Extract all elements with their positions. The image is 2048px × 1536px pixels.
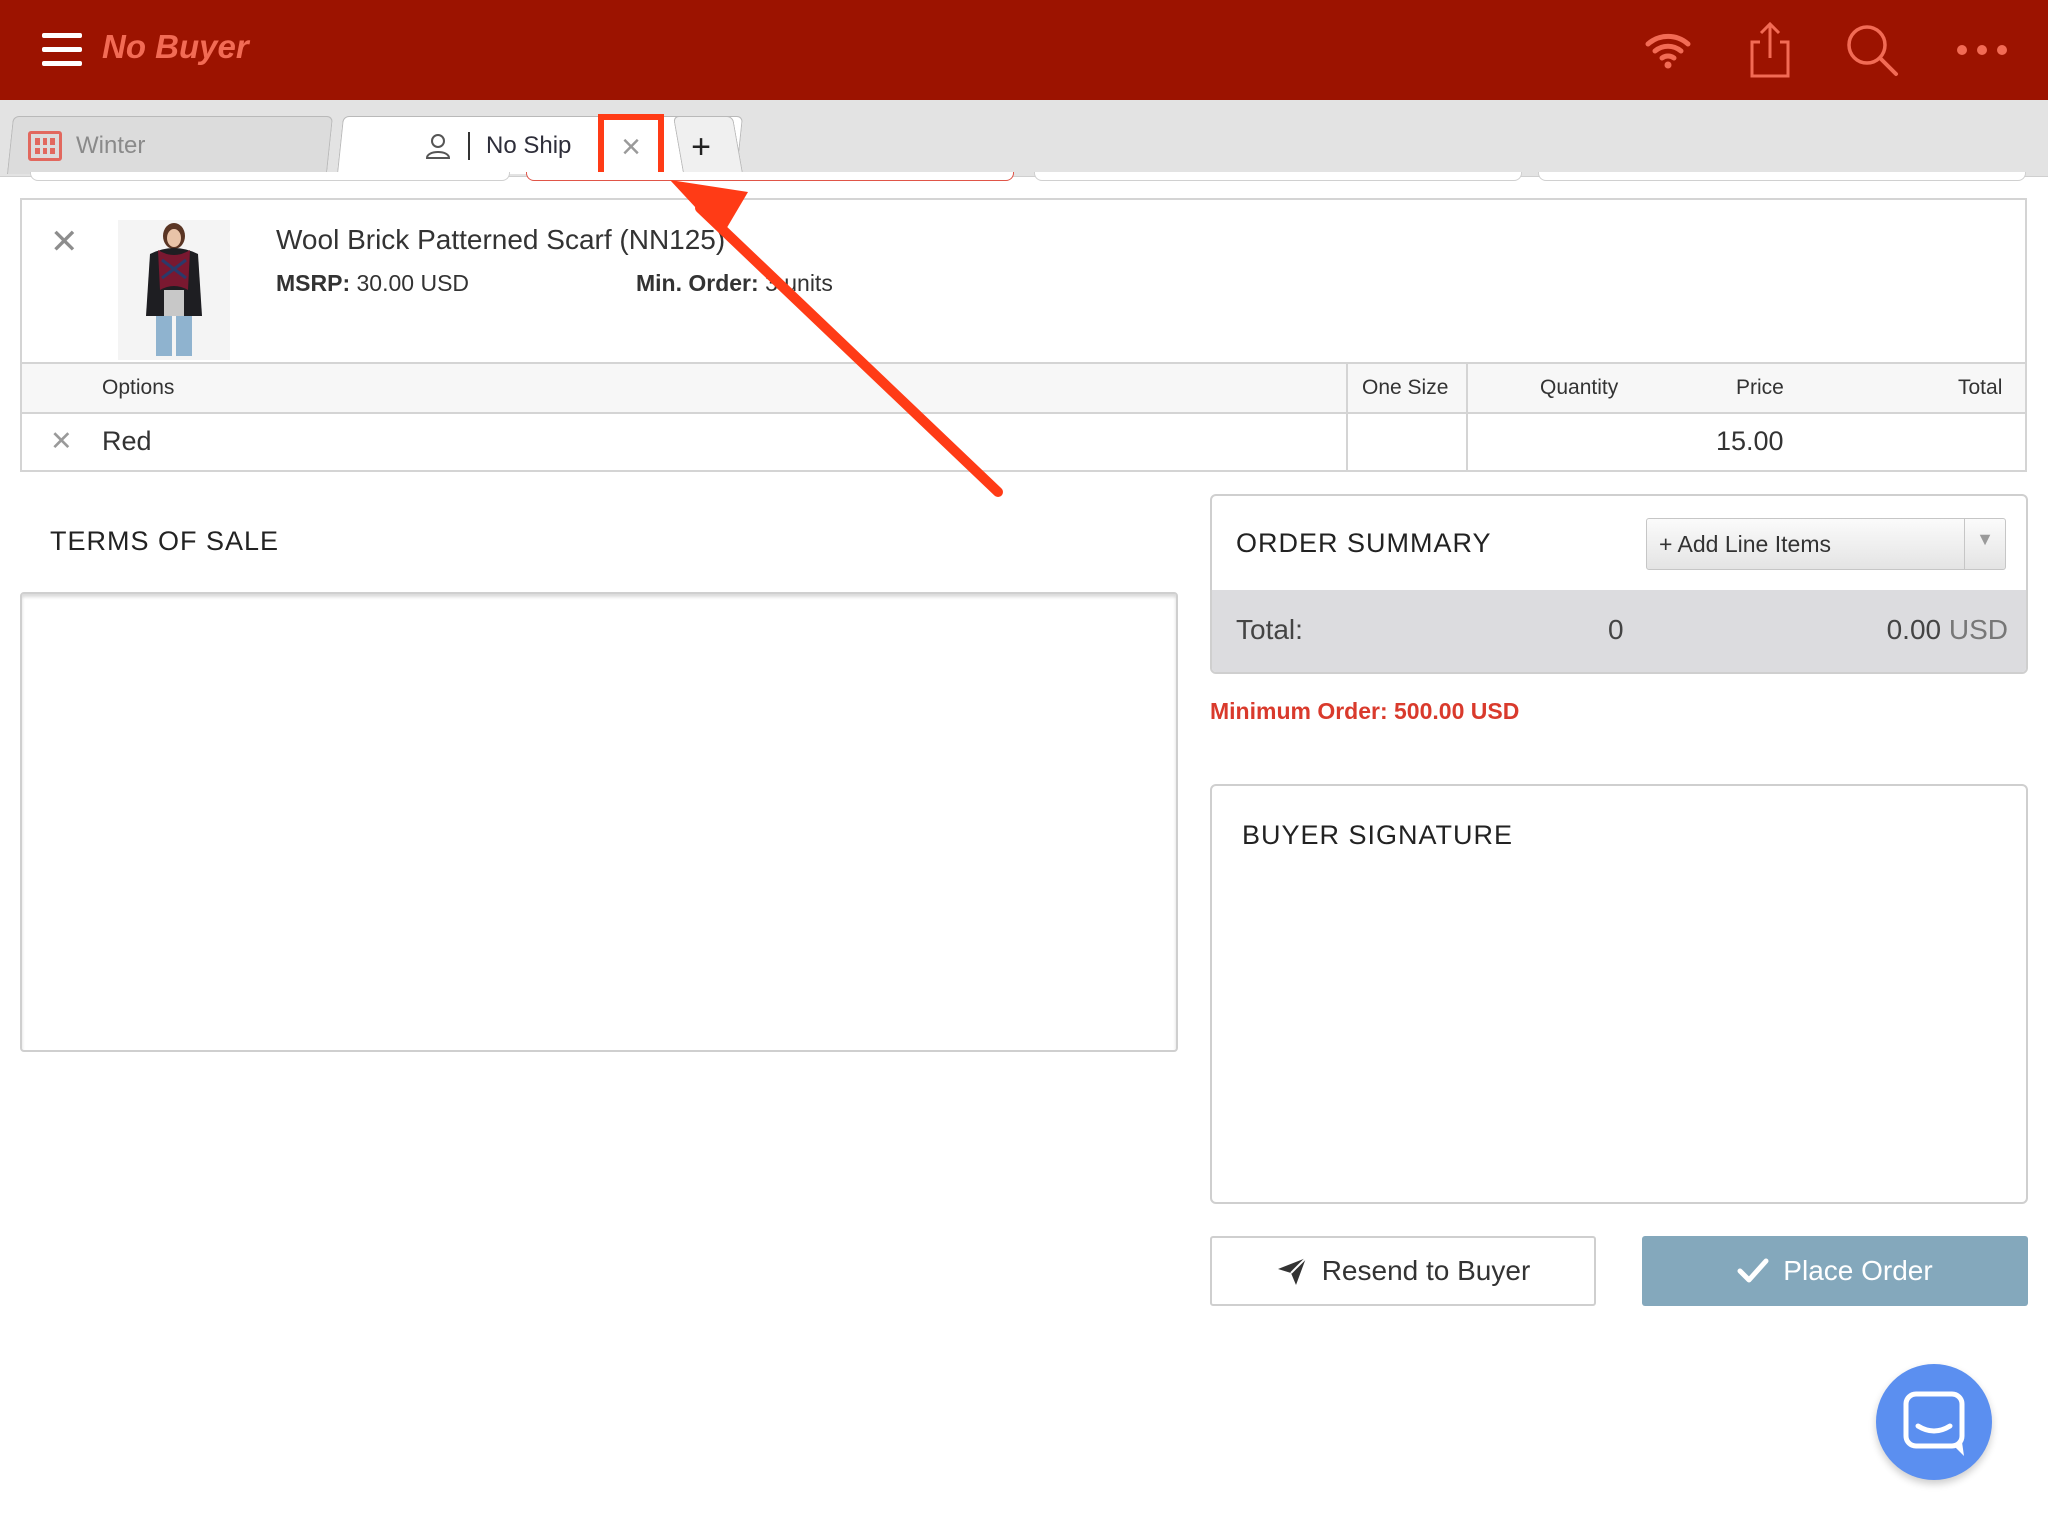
product-msrp: MSRP: 30.00 USD [276,270,469,297]
add-tab-button[interactable]: + [686,124,716,170]
column-header: Options [102,376,175,399]
checkmark-icon [1737,1258,1769,1283]
total-quantity: 0 [1608,614,1624,645]
total-amount: 0.00 USD [1887,614,2008,646]
min-order-label: Min. Order: [636,270,759,296]
remove-product-button[interactable]: ✕ [50,222,79,262]
tab-divider [468,132,470,160]
column-header: Total [1958,376,2003,399]
msrp-label: MSRP: [276,270,351,296]
msrp-value: 30.00 USD [356,270,470,296]
send-icon [1277,1257,1307,1285]
top-bar: No Buyer [0,0,2048,100]
column-header: Quantity [1540,376,1619,399]
search-icon[interactable] [1842,20,1902,80]
table-row: ✕ Red 15.00 [22,412,2025,470]
column-header: One Size [1362,376,1449,399]
product-image [118,220,230,360]
add-line-items-label: + Add Line Items [1659,531,1831,557]
tab-no-ship-content[interactable]: No Ship [424,118,571,174]
min-order-value: 3 units [765,270,833,296]
resend-to-buyer-button[interactable]: Resend to Buyer [1210,1236,1596,1306]
place-order-button[interactable]: Place Order [1642,1236,2028,1306]
tab-no-ship-label: No Ship [486,132,572,159]
tab-winter-content[interactable]: Winter [28,118,145,174]
user-icon [425,134,451,159]
close-icon: × [621,128,641,166]
option-price: 15.00 [1716,426,1784,456]
option-grid-header: Options One Size Quantity Price Total [22,362,2025,414]
total-currency: USD [1948,614,2008,645]
resend-label: Resend to Buyer [1321,1255,1531,1286]
signature-title: BUYER SIGNATURE [1242,820,1514,850]
share-icon[interactable] [1740,20,1800,80]
column-header: Price [1736,376,1784,399]
place-order-label: Place Order [1783,1255,1933,1286]
panel-edge [1538,172,2026,181]
panel-edge-active [526,172,1014,181]
catalog-grid-icon [28,131,62,161]
summary-total-row: Total: 0 0.00 USD [1212,590,2026,672]
terms-text-area[interactable] [20,592,1178,1052]
chat-launcher-button[interactable] [1876,1364,1992,1480]
more-icon[interactable] [1952,20,2012,80]
minimum-order-warning: Minimum Order: 500.00 USD [1210,698,1520,724]
order-summary-panel: ORDER SUMMARY + Add Line Items ▼ Total: … [1210,494,2028,674]
option-name: Red [102,426,152,456]
one-size-qty-cell[interactable] [1358,420,1454,462]
product-min-order: Min. Order: 3 units [636,270,833,297]
order-summary-title: ORDER SUMMARY [1236,528,1492,558]
close-tab-button[interactable]: × [598,114,664,180]
add-line-items-dropdown[interactable]: + Add Line Items ▼ [1646,518,2006,570]
signature-pad[interactable]: BUYER SIGNATURE [1210,784,2028,1204]
total-label: Total: [1236,614,1303,645]
remove-option-button[interactable]: ✕ [50,426,73,457]
total-amount-value: 0.00 [1886,614,1942,645]
chevron-down-icon: ▼ [1964,519,2005,569]
product-name: Wool Brick Patterned Scarf (NN125) [276,224,726,255]
terms-title: TERMS OF SALE [50,526,280,556]
tab-winter-label: Winter [76,132,146,159]
product-card: ✕ Wool Brick Patterned Scarf (NN125) MSR… [20,198,2027,472]
chat-icon [1903,1391,1965,1456]
panel-edge [1034,172,1522,181]
wifi-icon [1638,20,1698,80]
page-title: No Buyer [102,28,249,65]
menu-icon[interactable] [42,33,82,67]
panel-edge [30,172,510,181]
